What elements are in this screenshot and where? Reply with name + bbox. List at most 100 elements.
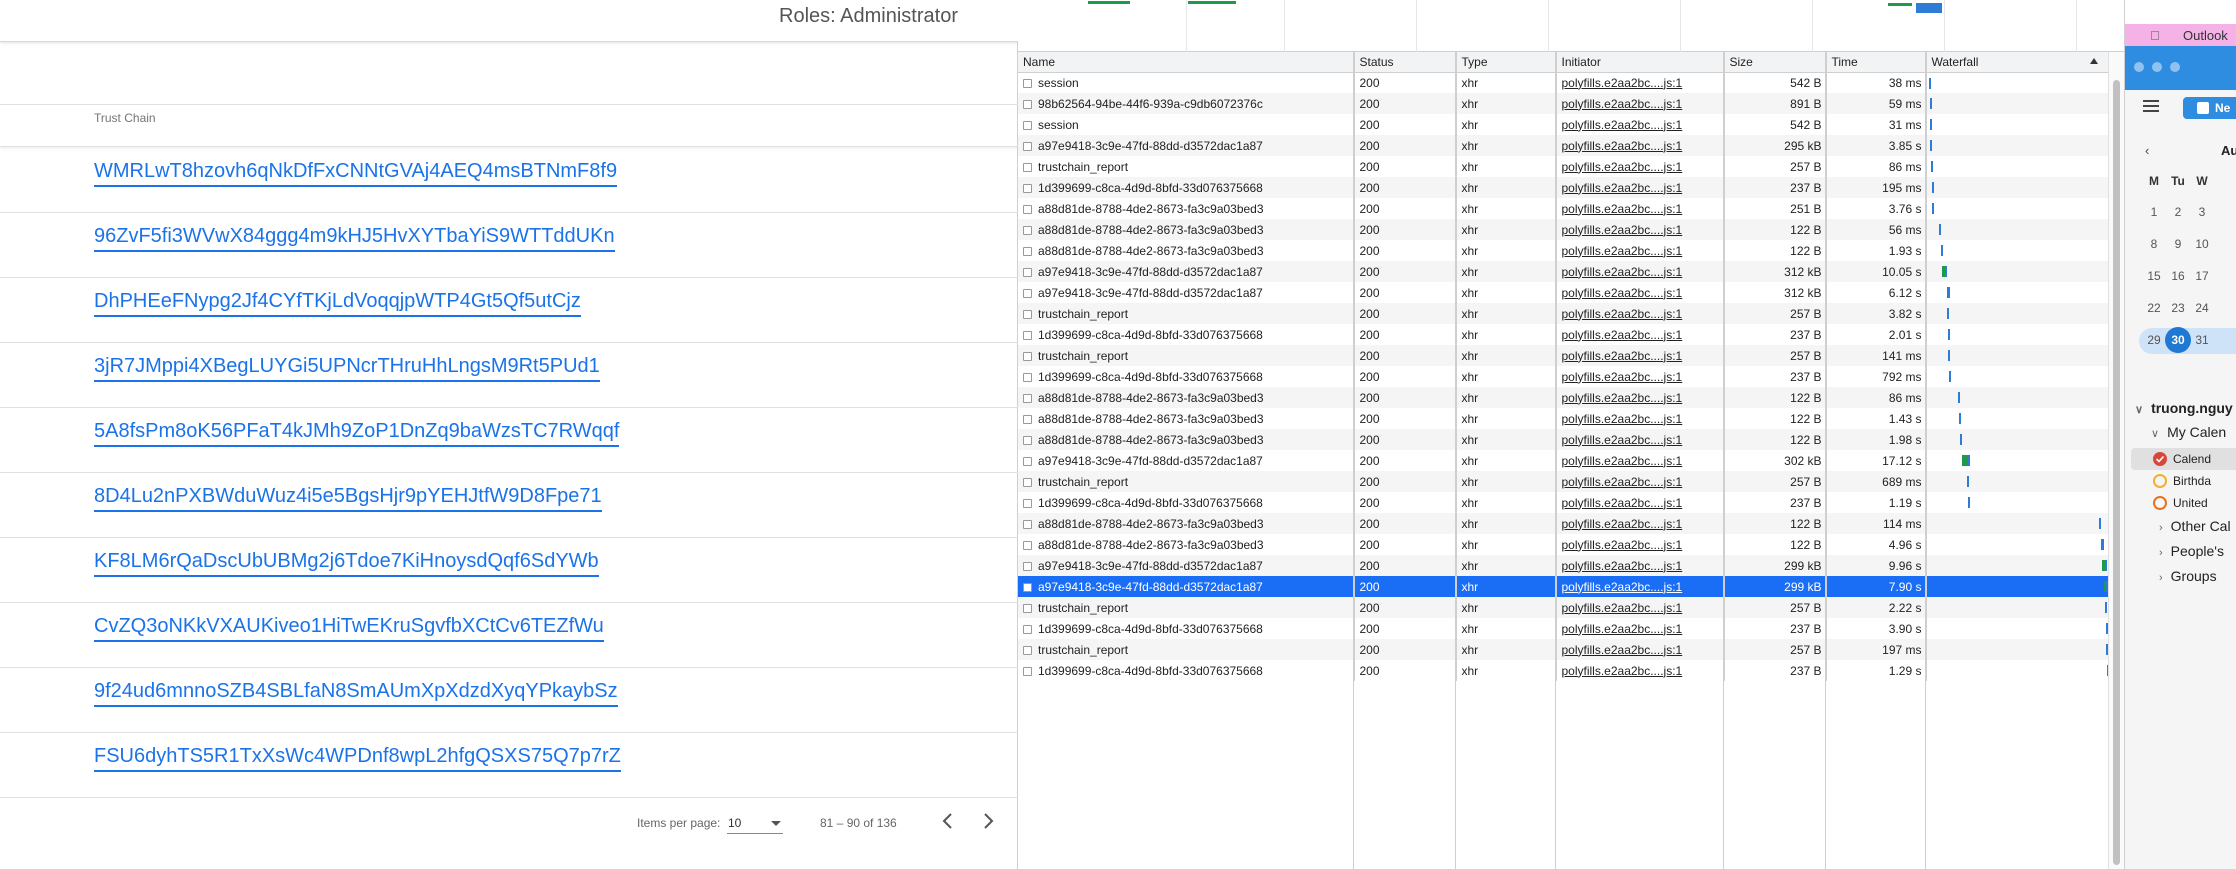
calendar-date[interactable]: 16: [2165, 263, 2191, 289]
request-initiator-text[interactable]: polyfills.e2aa2bc....js:1: [1562, 433, 1683, 447]
trust-chain-link[interactable]: 5A8fsPm8oK56PFaT4kJMh9ZoP1DnZq9baWzsTC7R…: [94, 420, 620, 447]
trust-chain-link[interactable]: 8D4Lu2nPXBWduWuz4i5e5BgsHjr9pYEHJtfW9D8F…: [94, 485, 602, 512]
network-request-row[interactable]: trustchain_report 200 xhr polyfills.e2aa2bc…: [1018, 471, 2109, 492]
trust-chain-link[interactable]: 96ZvF5fi3WVwX84ggg4m9kHJ5HvXYTbaYiS9WTTd…: [94, 225, 615, 252]
calendar-item[interactable]: Calend: [2131, 448, 2236, 470]
request-initiator-text[interactable]: polyfills.e2aa2bc....js:1: [1562, 538, 1683, 552]
request-initiator-text[interactable]: polyfills.e2aa2bc....js:1: [1562, 139, 1683, 153]
calendar-date[interactable]: 3: [2189, 199, 2215, 225]
trust-chain-link[interactable]: CvZQ3oNKkVXAUKiveo1HiTwEKruSgvfbXCtCv6TE…: [94, 615, 604, 642]
trust-chain-link[interactable]: FSU6dyhTS5R1TxXsWc4WPDnf8wpL2hfgQSXS75Q7…: [94, 745, 621, 772]
network-request-row[interactable]: a97e9418-3c9e-47fd-88dd-d3572dac1a87 200 x…: [1018, 135, 2109, 156]
request-initiator-text[interactable]: polyfills.e2aa2bc....js:1: [1562, 76, 1683, 90]
previous-page-button[interactable]: [936, 809, 960, 833]
calendar-date[interactable]: 15: [2141, 263, 2167, 289]
calendar-date[interactable]: 1: [2141, 199, 2167, 225]
network-request-row[interactable]: a97e9418-3c9e-47fd-88dd-d3572dac1a87 200 x…: [1018, 450, 2109, 471]
request-initiator-text[interactable]: polyfills.e2aa2bc....js:1: [1562, 454, 1683, 468]
request-initiator-text[interactable]: polyfills.e2aa2bc....js:1: [1562, 223, 1683, 237]
network-request-row[interactable]: 1d399699-c8ca-4d9d-8bfd-33d076375668 200 x…: [1018, 618, 2109, 639]
request-initiator-text[interactable]: polyfills.e2aa2bc....js:1: [1562, 181, 1683, 195]
column-header-waterfall[interactable]: Waterfall: [1926, 52, 2109, 73]
request-initiator-text[interactable]: polyfills.e2aa2bc....js:1: [1562, 601, 1683, 615]
request-initiator-text[interactable]: polyfills.e2aa2bc....js:1: [1562, 412, 1683, 426]
calendar-date[interactable]: 24: [2189, 295, 2215, 321]
network-request-row[interactable]: trustchain_report 200 xhr polyfills.e2aa2bc…: [1018, 156, 2109, 177]
request-initiator-text[interactable]: polyfills.e2aa2bc....js:1: [1562, 559, 1683, 573]
trust-chain-link[interactable]: 9f24ud6mnnoSZB4SBLfaN8SmAUmXpXdzdXyqYPka…: [94, 680, 618, 707]
request-initiator-text[interactable]: polyfills.e2aa2bc....js:1: [1562, 160, 1683, 174]
network-request-row[interactable]: a88d81de-8788-4de2-8673-fa3c9a03bed3 200 x…: [1018, 240, 2109, 261]
trust-chain-link[interactable]: 3jR7JMppi4XBegLUYGi5UPNcrTHruHhLngsM9Rt5…: [94, 355, 600, 382]
network-request-row[interactable]: a97e9418-3c9e-47fd-88dd-d3572dac1a87 200 x…: [1018, 282, 2109, 303]
request-initiator-text[interactable]: polyfills.e2aa2bc....js:1: [1562, 328, 1683, 342]
items-per-page-select[interactable]: 10: [727, 810, 783, 834]
request-initiator-text[interactable]: polyfills.e2aa2bc....js:1: [1562, 391, 1683, 405]
request-initiator-text[interactable]: polyfills.e2aa2bc....js:1: [1562, 517, 1683, 531]
calendar-date[interactable]: 8: [2141, 231, 2167, 257]
next-page-button[interactable]: [976, 809, 1000, 833]
calendar-date[interactable]: 23: [2165, 295, 2191, 321]
column-header-type[interactable]: Type: [1456, 52, 1557, 73]
peoples-calendars-group[interactable]: › People's: [2159, 543, 2224, 559]
request-initiator-text[interactable]: polyfills.e2aa2bc....js:1: [1562, 580, 1683, 594]
calendar-date[interactable]: 9: [2165, 231, 2191, 257]
request-initiator-text[interactable]: polyfills.e2aa2bc....js:1: [1562, 307, 1683, 321]
request-initiator-text[interactable]: polyfills.e2aa2bc....js:1: [1562, 265, 1683, 279]
network-request-row[interactable]: 1d399699-c8ca-4d9d-8bfd-33d076375668 200 x…: [1018, 660, 2109, 681]
scrollbar-thumb[interactable]: [2113, 80, 2120, 865]
network-request-row[interactable]: trustchain_report 200 xhr polyfills.e2aa2bc…: [1018, 597, 2109, 618]
request-initiator-text[interactable]: polyfills.e2aa2bc....js:1: [1562, 643, 1683, 657]
column-header-time[interactable]: Time: [1826, 52, 1927, 73]
network-request-row[interactable]: a97e9418-3c9e-47fd-88dd-d3572dac1a87 200 x…: [1018, 576, 2109, 597]
network-request-row[interactable]: a97e9418-3c9e-47fd-88dd-d3572dac1a87 200 x…: [1018, 261, 2109, 282]
network-request-row[interactable]: a88d81de-8788-4de2-8673-fa3c9a03bed3 200 x…: [1018, 534, 2109, 555]
network-request-row[interactable]: trustchain_report 200 xhr polyfills.e2aa2bc…: [1018, 345, 2109, 366]
calendar-date[interactable]: 31: [2189, 327, 2215, 353]
request-initiator-text[interactable]: polyfills.e2aa2bc....js:1: [1562, 496, 1683, 510]
other-calendars-group[interactable]: › Other Cal: [2159, 518, 2231, 534]
circle-icon[interactable]: [2153, 496, 2167, 510]
minimize-window-icon[interactable]: [2152, 62, 2162, 72]
calendar-date[interactable]: 22: [2141, 295, 2167, 321]
network-request-row[interactable]: a88d81de-8788-4de2-8673-fa3c9a03bed3 200 x…: [1018, 513, 2109, 534]
trust-chain-link[interactable]: WMRLwT8hzovh6qNkDfFxCNNtGVAj4AEQ4msBTNmF…: [94, 160, 618, 187]
network-request-row[interactable]: trustchain_report 200 xhr polyfills.e2aa2bc…: [1018, 303, 2109, 324]
apple-icon[interactable]: : [2150, 28, 2160, 43]
request-initiator-text[interactable]: polyfills.e2aa2bc....js:1: [1562, 475, 1683, 489]
today-date[interactable]: 30: [2165, 327, 2191, 353]
close-window-icon[interactable]: [2134, 62, 2144, 72]
hamburger-menu-icon[interactable]: [2143, 100, 2159, 112]
request-initiator-text[interactable]: polyfills.e2aa2bc....js:1: [1562, 118, 1683, 132]
calendar-date[interactable]: 2: [2165, 199, 2191, 225]
network-request-row[interactable]: session 200 xhr polyfills.e2aa2bc....js:1 54…: [1018, 114, 2109, 135]
network-request-row[interactable]: a97e9418-3c9e-47fd-88dd-d3572dac1a87 200 x…: [1018, 555, 2109, 576]
trust-chain-link[interactable]: KF8LM6rQaDscUbUBMg2j6Tdoe7KiHnoysdQqf6Sd…: [94, 550, 599, 577]
network-request-row[interactable]: a88d81de-8788-4de2-8673-fa3c9a03bed3 200 x…: [1018, 219, 2109, 240]
request-initiator-text[interactable]: polyfills.e2aa2bc....js:1: [1562, 286, 1683, 300]
calendar-date[interactable]: 29: [2141, 327, 2167, 353]
column-header-status[interactable]: Status: [1354, 52, 1457, 73]
request-initiator-text[interactable]: polyfills.e2aa2bc....js:1: [1562, 97, 1683, 111]
network-request-row[interactable]: a88d81de-8788-4de2-8673-fa3c9a03bed3 200 x…: [1018, 429, 2109, 450]
groups-group[interactable]: › Groups: [2159, 568, 2217, 584]
network-request-row[interactable]: 98b62564-94be-44f6-939a-c9db6072376c 200 x…: [1018, 93, 2109, 114]
column-header-name[interactable]: Name: [1018, 52, 1355, 73]
calendar-item[interactable]: United: [2131, 492, 2236, 514]
trust-chain-column-header[interactable]: Trust Chain: [94, 111, 156, 125]
calendar-item[interactable]: Birthda: [2131, 470, 2236, 492]
network-request-row[interactable]: 1d399699-c8ca-4d9d-8bfd-33d076375668 200 x…: [1018, 366, 2109, 387]
checked-circle-icon[interactable]: [2153, 452, 2167, 466]
my-calendars-group[interactable]: ∨ My Calen: [2151, 424, 2226, 440]
request-initiator-text[interactable]: polyfills.e2aa2bc....js:1: [1562, 370, 1683, 384]
request-initiator-text[interactable]: polyfills.e2aa2bc....js:1: [1562, 244, 1683, 258]
calendar-date[interactable]: 10: [2189, 231, 2215, 257]
network-request-row[interactable]: a88d81de-8788-4de2-8673-fa3c9a03bed3 200 x…: [1018, 408, 2109, 429]
new-event-button[interactable]: Ne: [2183, 97, 2236, 119]
network-request-row[interactable]: trustchain_report 200 xhr polyfills.e2aa2bc…: [1018, 639, 2109, 660]
request-initiator-text[interactable]: polyfills.e2aa2bc....js:1: [1562, 664, 1683, 678]
network-scrollbar[interactable]: [2108, 52, 2124, 869]
zoom-window-icon[interactable]: [2170, 62, 2180, 72]
circle-icon[interactable]: [2153, 474, 2167, 488]
column-header-initiator[interactable]: Initiator: [1556, 52, 1725, 73]
